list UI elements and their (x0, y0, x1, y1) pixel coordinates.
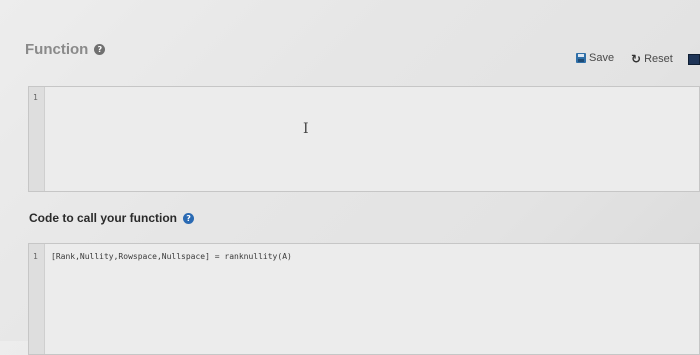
call-code-line[interactable]: [Rank,Nullity,Rowspace,Nullspace] = rank… (51, 252, 292, 261)
call-section-title: Code to call your function ? (29, 211, 195, 225)
save-label: Save (589, 52, 615, 64)
reset-button[interactable]: ↻ Reset (631, 52, 673, 66)
reset-label: Reset (644, 53, 673, 65)
line-number: 1 (33, 93, 38, 102)
call-editor[interactable]: 1 [Rank,Nullity,Rowspace,Nullspace] = ra… (28, 243, 700, 355)
function-section-title: Function ? (25, 41, 106, 58)
editor-gutter (29, 87, 45, 191)
help-icon[interactable]: ? (94, 44, 106, 55)
line-number: 1 (33, 252, 38, 261)
save-button[interactable]: Save (576, 52, 614, 64)
help-icon[interactable]: ? (183, 212, 195, 224)
save-icon (576, 53, 586, 63)
call-title-text: Code to call your function (29, 211, 178, 225)
reset-icon: ↻ (631, 52, 642, 66)
toolbar-extra-icon[interactable] (688, 54, 700, 65)
function-editor[interactable]: 1 (28, 86, 700, 192)
text-cursor-icon: I (303, 121, 309, 137)
function-title-text: Function (25, 41, 89, 58)
